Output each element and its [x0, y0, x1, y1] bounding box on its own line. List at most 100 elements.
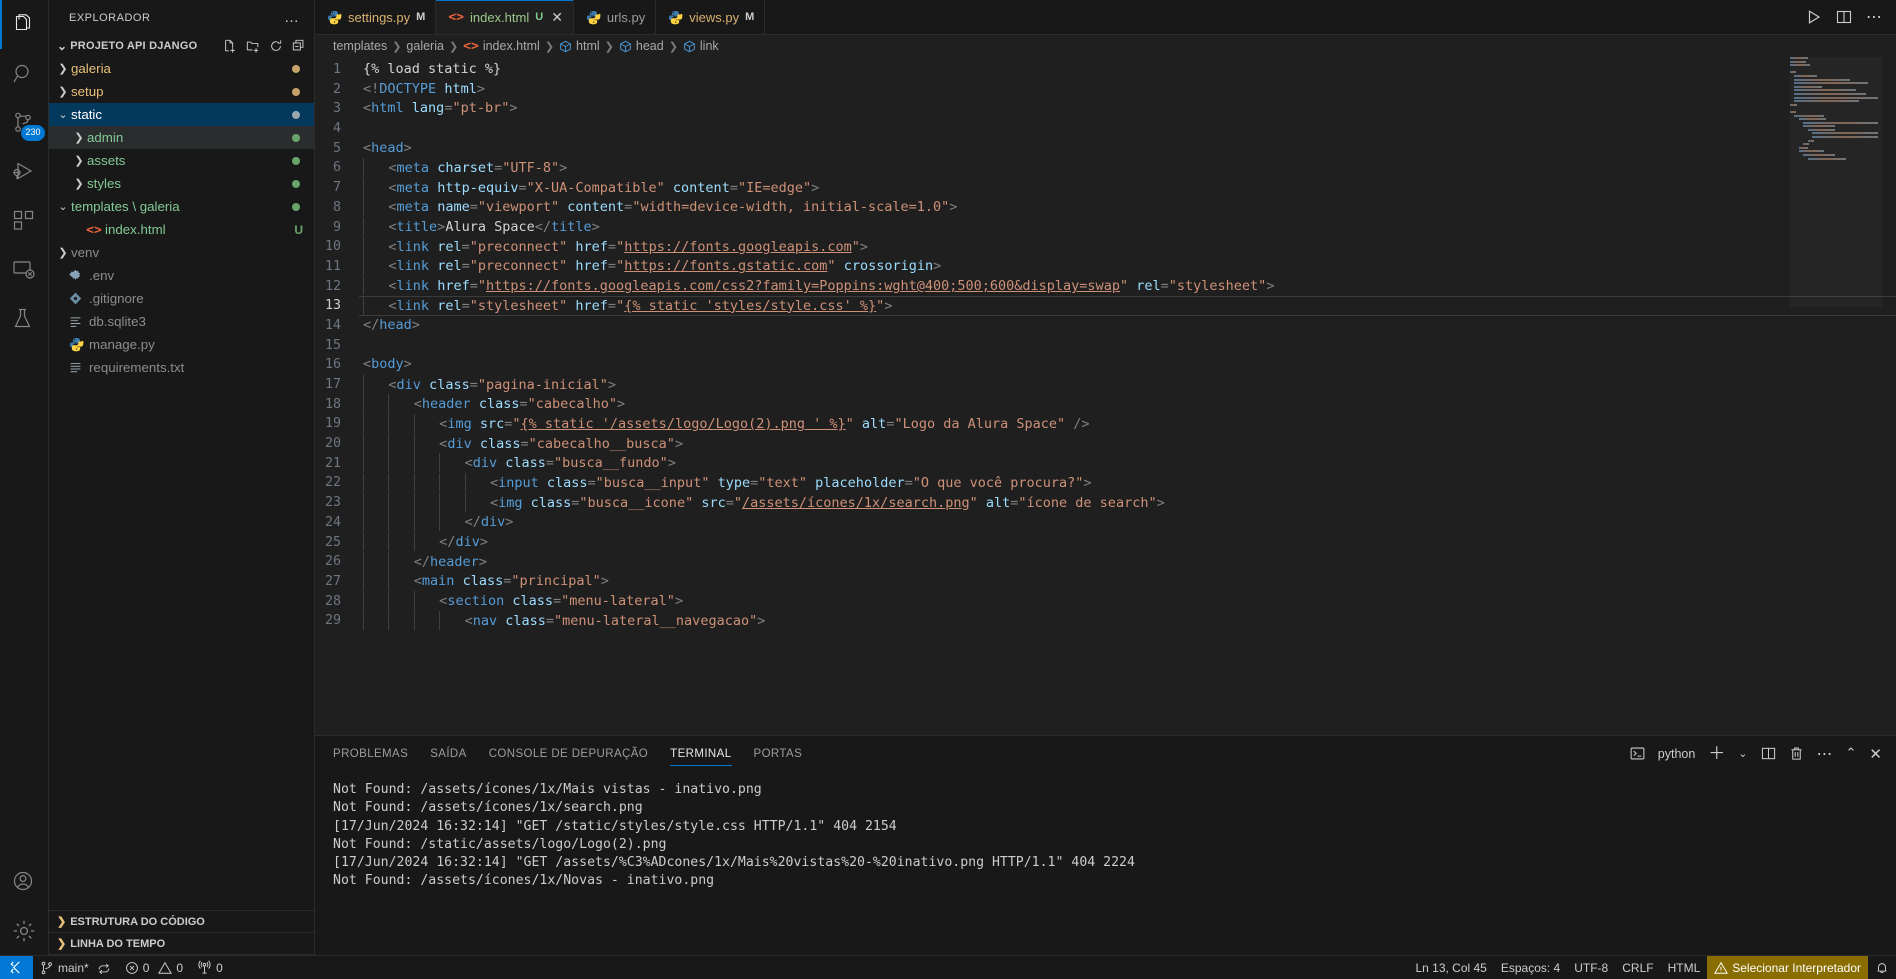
breadcrumb-item-templates[interactable]: templates — [333, 39, 387, 53]
breadcrumb-item-html[interactable]: html — [559, 39, 600, 53]
code-editor[interactable]: 1 {% load static %} 2 <!DOCTYPE html> 3 <html… — [315, 57, 1896, 735]
more-actions-icon[interactable]: ⋯ — [1866, 9, 1882, 25]
editor-tab-urls-py[interactable]: urls.py — [573, 0, 657, 34]
editor-scrollbar[interactable] — [1882, 57, 1896, 735]
new-file-icon[interactable] — [223, 39, 237, 53]
code-line[interactable]: 28 <section class="menu-lateral"> — [315, 591, 1896, 612]
maximize-panel-icon[interactable]: ⌃ — [1846, 746, 1857, 761]
code-line[interactable]: 3 <html lang="pt-br"> — [315, 99, 1896, 119]
new-terminal-icon[interactable]: ＋ — [1708, 745, 1725, 762]
status-cursor-position[interactable]: Ln 13, Col 45 — [1408, 956, 1493, 979]
tree-item-assets[interactable]: ❯ assets — [49, 149, 314, 172]
code-line[interactable]: 2 <!DOCTYPE html> — [315, 80, 1896, 100]
code-line[interactable]: 5 <head> — [315, 139, 1896, 159]
code-line[interactable]: 18 <header class="cabecalho"> — [315, 394, 1896, 415]
terminal-output[interactable]: Not Found: /assets/ícones/1x/Mais vistas… — [315, 771, 1896, 955]
code-line[interactable]: 7 <meta http-equiv="X-UA-Compatible" con… — [315, 177, 1896, 198]
breadcrumb-item-index-html[interactable]: <> index.html — [463, 39, 540, 54]
code-line[interactable]: 19 <img src="{% static '/assets/logo/Log… — [315, 413, 1896, 434]
code-line[interactable]: 1 {% load static %} — [315, 60, 1896, 80]
kill-terminal-icon[interactable] — [1789, 746, 1804, 761]
activity-item-manage[interactable] — [0, 906, 49, 955]
more-actions-icon[interactable]: ⋯ — [1817, 745, 1833, 761]
collapse-all-icon[interactable] — [292, 39, 306, 53]
code-line[interactable]: 4 — [315, 119, 1896, 139]
tree-item-venv[interactable]: ❯ venv — [49, 241, 314, 264]
split-terminal-icon[interactable] — [1761, 746, 1776, 761]
status-encoding[interactable]: UTF-8 — [1567, 956, 1615, 979]
status-eol[interactable]: CRLF — [1615, 956, 1660, 979]
code-line[interactable]: 26 </header> — [315, 551, 1896, 572]
code-line[interactable]: 15 — [315, 336, 1896, 356]
editor-tab-settings-py[interactable]: settings.py M — [315, 0, 437, 34]
tree-item-templates-galeria[interactable]: ⌄ templates \ galeria — [49, 195, 314, 218]
code-line[interactable]: 22 <input class="busca__input" type="tex… — [315, 472, 1896, 493]
code-line[interactable]: 14 </head> — [315, 316, 1896, 336]
sync-icon[interactable] — [97, 961, 111, 975]
refresh-icon[interactable] — [269, 39, 283, 53]
tree-item-env[interactable]: .env — [49, 264, 314, 287]
activity-item-run-and-debug[interactable] — [0, 147, 49, 196]
tree-item-setup[interactable]: ❯ setup — [49, 80, 314, 103]
activity-item-extensions[interactable] — [0, 196, 49, 245]
code-line[interactable]: 13 <link rel="stylesheet" href="{% stati… — [315, 295, 1896, 316]
code-line[interactable]: 25 </div> — [315, 532, 1896, 553]
status-indentation[interactable]: Espaços: 4 — [1494, 956, 1567, 979]
sidebar-section-timeline[interactable]: ❯ LINHA DO TEMPO — [49, 933, 314, 955]
code-line[interactable]: 21 <div class="busca__fundo"> — [315, 453, 1896, 474]
activity-item-search[interactable] — [0, 49, 49, 98]
editor-tab-index-html[interactable]: <> index.html U ✕ — [436, 0, 574, 34]
breadcrumb-item-galeria[interactable]: galeria — [406, 39, 444, 53]
code-line[interactable]: 11 <link rel="preconnect" href="https://… — [315, 256, 1896, 277]
code-line[interactable]: 16 <body> — [315, 355, 1896, 375]
code-line[interactable]: 27 <main class="principal"> — [315, 571, 1896, 592]
tree-item-styles[interactable]: ❯ styles — [49, 172, 314, 195]
code-line[interactable]: 6 <meta charset="UTF-8"> — [315, 157, 1896, 178]
code-line[interactable]: 12 <link href="https://fonts.googleapis.… — [315, 276, 1896, 297]
run-icon[interactable] — [1806, 9, 1822, 25]
code-line[interactable]: 9 <title>Alura Space</title> — [315, 217, 1896, 238]
tree-item-galeria[interactable]: ❯ galeria — [49, 57, 314, 80]
status-ports[interactable]: 0 — [190, 956, 230, 979]
tree-item-gitignore[interactable]: .gitignore — [49, 287, 314, 310]
code-line[interactable]: 23 <img class="busca__icone" src="/asset… — [315, 492, 1896, 513]
code-line[interactable]: 24 </div> — [315, 512, 1896, 533]
tree-item-index-html[interactable]: <> index.html U — [49, 218, 314, 241]
terminal-name-label[interactable]: python — [1658, 747, 1696, 761]
split-editor-icon[interactable] — [1836, 9, 1852, 25]
panel-tab-problemas[interactable]: PROBLEMAS — [333, 736, 408, 771]
chevron-down-icon[interactable]: ⌄ — [1738, 747, 1747, 760]
status-problems[interactable]: 0 0 — [118, 956, 190, 979]
tree-item-db-sqlite3[interactable]: db.sqlite3 — [49, 310, 314, 333]
breadcrumb-item-head[interactable]: head — [619, 39, 664, 53]
tree-item-manage-py[interactable]: manage.py — [49, 333, 314, 356]
activity-item-testing[interactable] — [0, 294, 49, 343]
close-panel-icon[interactable]: ✕ — [1869, 745, 1882, 763]
tree-item-static[interactable]: ⌄ static — [49, 103, 314, 126]
close-icon[interactable]: ✕ — [551, 9, 563, 26]
tree-item-admin[interactable]: ❯ admin — [49, 126, 314, 149]
sidebar-section-outline[interactable]: ❯ ESTRUTURA DO CÓDIGO — [49, 911, 314, 933]
code-line[interactable]: 10 <link rel="preconnect" href="https://… — [315, 236, 1896, 257]
new-folder-icon[interactable] — [246, 39, 260, 53]
code-lines[interactable]: 1 {% load static %} 2 <!DOCTYPE html> 3 <html… — [315, 57, 1896, 735]
code-line[interactable]: 17 <div class="pagina-inicial"> — [315, 374, 1896, 395]
activity-item-remote-explorer[interactable] — [0, 245, 49, 294]
panel-tab-portas[interactable]: PORTAS — [754, 736, 803, 771]
sidebar-more-actions-icon[interactable]: … — [284, 9, 306, 26]
activity-item-source-control[interactable]: 230 — [0, 98, 49, 147]
tree-item-requirements-txt[interactable]: requirements.txt — [49, 356, 314, 379]
status-remote-button[interactable] — [0, 955, 33, 979]
panel-tab-console-de-depuração[interactable]: CONSOLE DE DEPURAÇÃO — [489, 736, 648, 771]
status-notifications[interactable] — [1868, 956, 1896, 979]
activity-item-explorer[interactable] — [0, 0, 49, 49]
panel-tab-saída[interactable]: SAÍDA — [430, 736, 467, 771]
editor-tab-views-py[interactable]: views.py M — [656, 0, 766, 34]
activity-item-accounts[interactable] — [0, 857, 49, 906]
status-branch[interactable]: main* — [33, 956, 118, 979]
status-language-mode[interactable]: HTML — [1661, 956, 1708, 979]
project-root-header[interactable]: ⌄ PROJETO API DJANGO — [49, 35, 314, 57]
breadcrumb-item-link[interactable]: link — [683, 39, 719, 53]
code-line[interactable]: 20 <div class="cabecalho__busca"> — [315, 433, 1896, 454]
code-line[interactable]: 8 <meta name="viewport" content="width=d… — [315, 197, 1896, 218]
